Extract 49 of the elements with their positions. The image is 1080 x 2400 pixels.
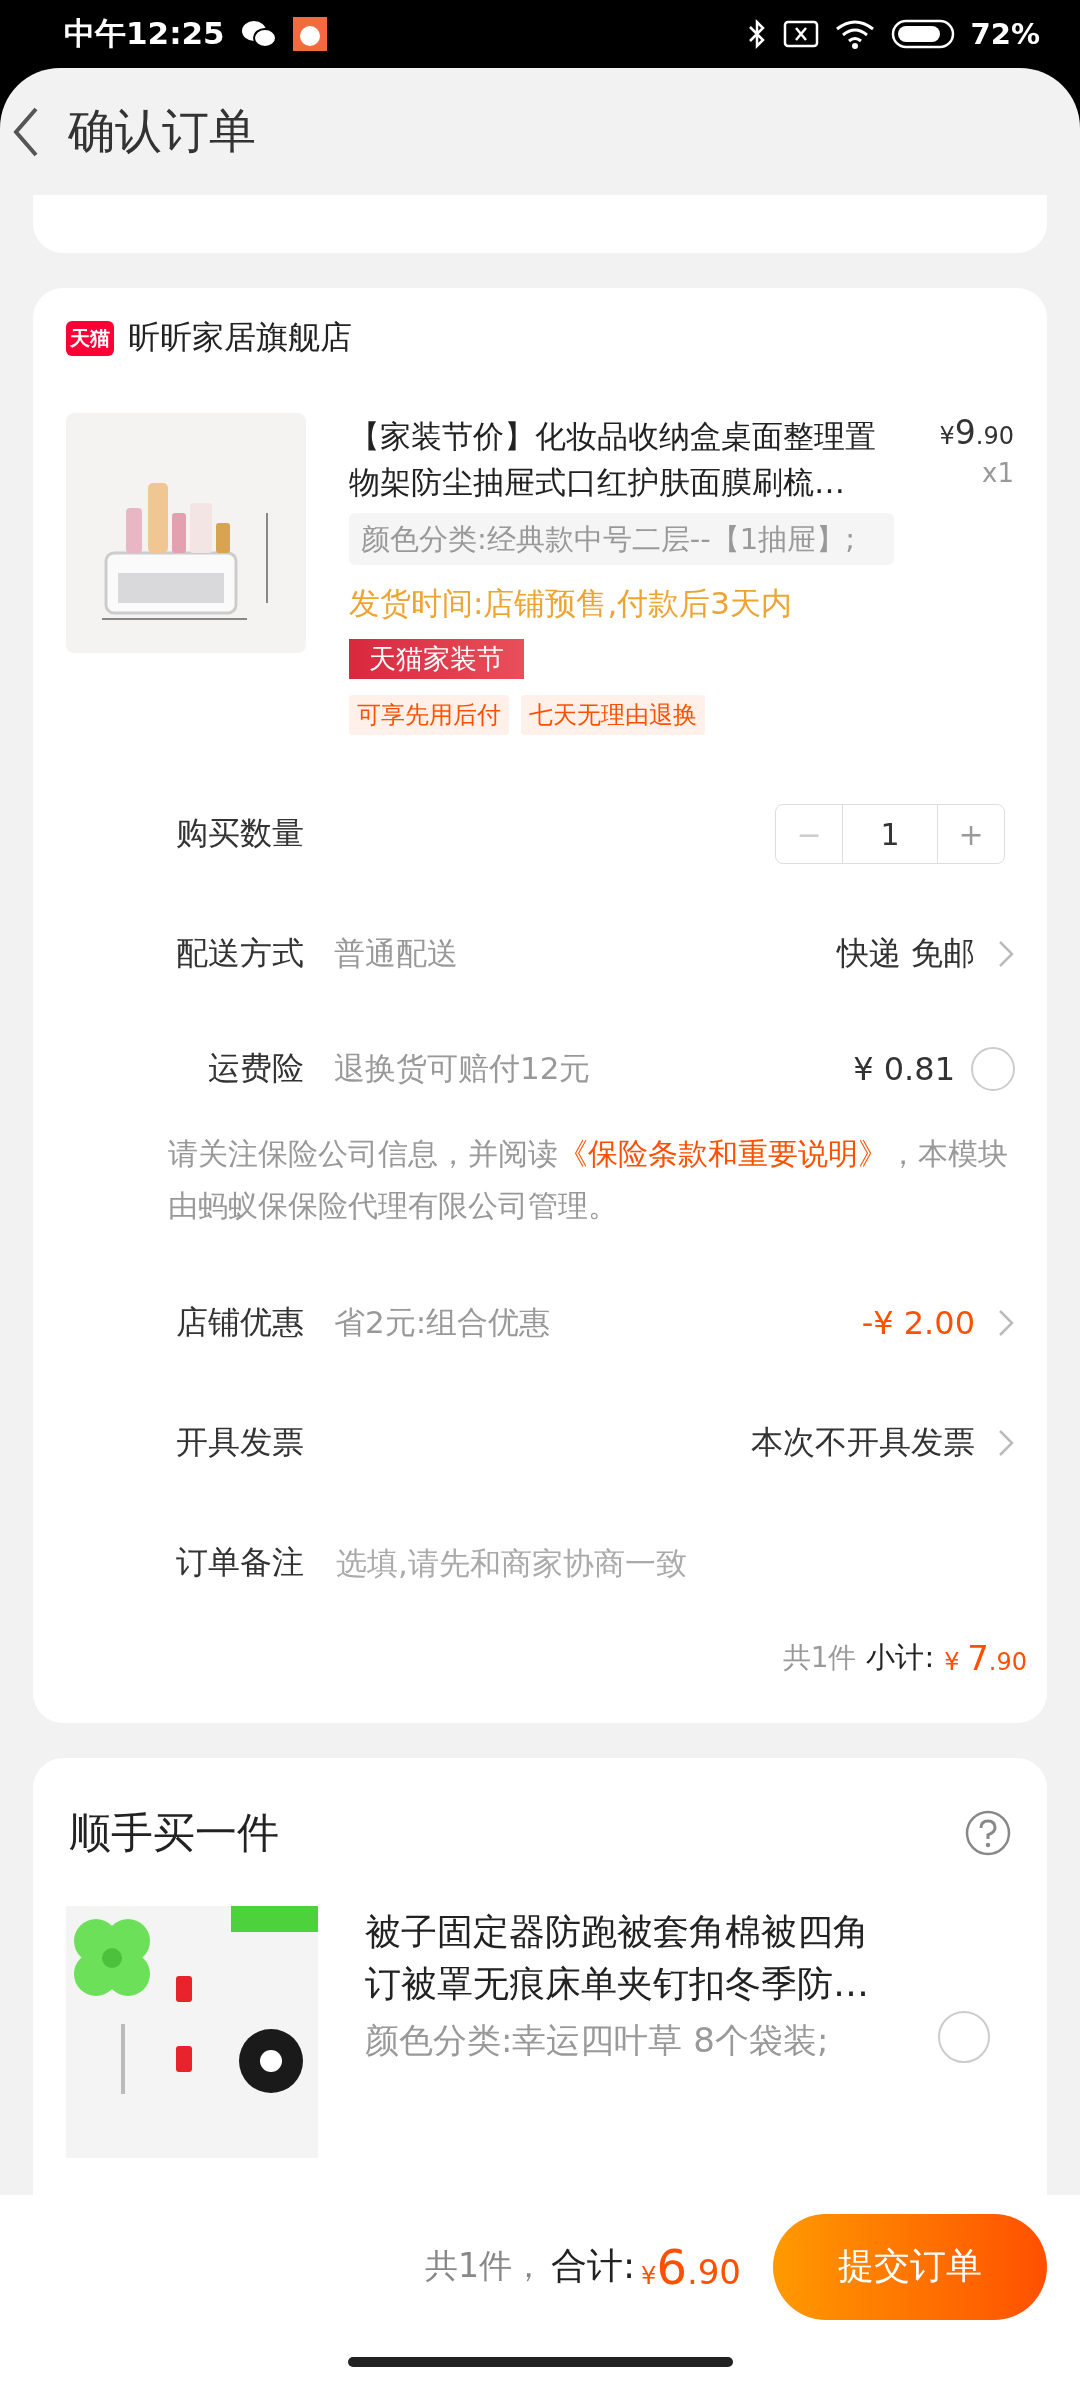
row-hint: 普通配送 [334,934,458,973]
row-label: 店铺优惠 [175,1302,304,1343]
row-label: 配送方式 [175,933,304,974]
service-tag: 七天无理由退换 [521,695,705,735]
insurance-notice: 请关注保险公司信息，并阅读《保险条款和重要说明》，本模块由蚂蚁保保险代理有限公司管理。 [168,1135,1009,1225]
product-spec: 颜色分类:经典款中号二层--【1抽屉】; [349,513,894,565]
chevron-right-icon [997,1428,1015,1458]
chat-icon [240,19,277,49]
row-hint: 退换货可赔付12元 [334,1049,591,1088]
home-indicator[interactable] [347,2357,733,2367]
radio-button[interactable] [971,1047,1015,1091]
row-label: 购买数量 [175,813,304,854]
addon-spec: 颜色分类:幸运四叶草 8个袋装; [365,2019,830,2062]
row-label: 订单备注 [175,1542,304,1583]
store-name[interactable]: 昕昕家居旗舰店 [128,316,352,360]
battery-icon [890,19,955,49]
product-title[interactable]: 【家装节价】化妆品收纳盒桌面整理置物架防尘抽屉式口红护肤面膜刷梳… [349,413,879,505]
product-price: ¥9.90 [939,413,1014,452]
subtotal-price: ¥ 7.90 [944,1638,1027,1678]
chevron-right-icon [997,939,1015,969]
row-value: ¥ 0.81 [853,1050,955,1088]
row-value[interactable]: 本次不开具发票 [751,1421,975,1465]
sim-icon [782,20,819,48]
row-label: 运费险 [207,1048,304,1089]
total-label: 合计: [550,2244,636,2288]
row-hint: 省2元:组合优惠 [334,1303,551,1342]
help-icon[interactable] [965,1810,1011,1856]
row-label: 开具发票 [175,1422,304,1463]
addon-title[interactable]: 被子固定器防跑被套角棉被四角订被罩无痕床单夹钉扣冬季防… [365,1906,875,2010]
store-badge: 天猫 [66,320,114,356]
item-count: 共1件 [782,1640,857,1676]
total-count: 共1件， [424,2245,545,2287]
product-quantity: x1 [982,458,1014,488]
radio-button[interactable] [938,2011,990,2063]
chevron-right-icon [997,1308,1015,1338]
battery-percent: 72% [970,17,1040,51]
status-time: 中午12:25 [64,14,225,53]
subtotal-label: 小计: [866,1639,935,1676]
bluetooth-icon [746,18,767,50]
section-title: 顺手买一件 [69,1807,279,1859]
shipping-time: 发货时间:店铺预售,付款后3天内 [349,584,793,623]
wifi-icon [834,19,875,49]
page-title: 确认订单 [68,102,256,160]
app-icon [292,17,327,51]
service-tag: 可享先用后付 [349,695,509,735]
promo-tag: 天猫家装节 [349,639,524,679]
total-price: ¥6.90 [641,2238,741,2295]
row-value[interactable]: 快递 免邮 [836,932,975,976]
quantity-value: 1 [842,805,938,863]
